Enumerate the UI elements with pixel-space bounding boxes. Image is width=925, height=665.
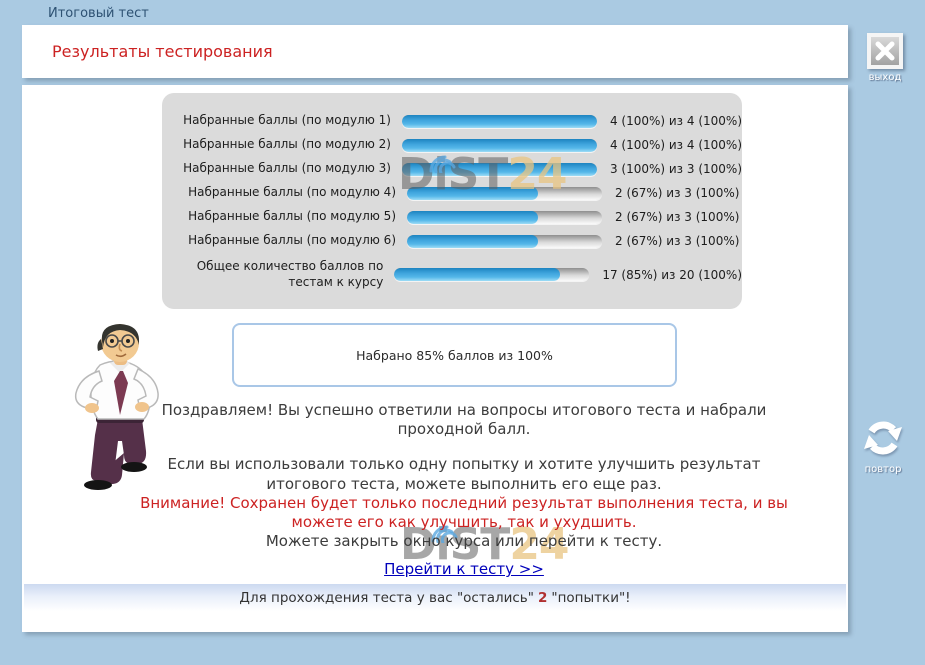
summary-text: Набрано 85% баллов из 100% (356, 348, 553, 363)
page-title: Результаты тестирования (52, 42, 273, 61)
score-row-value: 4 (100%) из 4 (100%) (610, 114, 742, 128)
attempts-prefix: Для прохождения теста у вас "остались" (239, 590, 534, 606)
score-row-label: Набранные баллы (по модулю 2) (180, 137, 391, 153)
main-panel: Набранные баллы (по модулю 1) 4 (100%) и… (22, 85, 848, 632)
retry-info-text: Если вы использовали только одну попытку… (140, 455, 788, 493)
score-rows: Набранные баллы (по модулю 1) 4 (100%) и… (162, 109, 742, 290)
result-messages: Поздравляем! Вы успешно ответили на вопр… (140, 401, 788, 551)
attempts-count: 2 (538, 590, 547, 606)
congrats-text: Поздравляем! Вы успешно ответили на вопр… (140, 401, 788, 439)
repeat-icon (860, 415, 906, 461)
score-row: Набранные баллы (по модулю 3) 3 (100%) и… (162, 157, 742, 181)
score-bar-track (402, 163, 597, 176)
score-row-label: Набранные баллы (по модулю 1) (180, 113, 391, 129)
score-row-value: 17 (85%) из 20 (100%) (602, 268, 742, 282)
score-row-value: 4 (100%) из 4 (100%) (610, 138, 742, 152)
score-bar-fill (402, 163, 597, 176)
score-row-label: Общее количество баллов по тестам к курс… (180, 259, 383, 290)
score-row-value: 2 (67%) из 3 (100%) (615, 186, 739, 200)
score-bar-track (402, 139, 597, 152)
attempts-suffix: "попытки"! (551, 590, 630, 606)
warning-text: Внимание! Сохранен будет только последни… (140, 494, 788, 532)
go-to-test-link[interactable]: Перейти к тесту >> (384, 560, 544, 578)
score-row: Набранные баллы (по модулю 1) 4 (100%) и… (162, 109, 742, 133)
window-title: Итоговый тест (48, 6, 149, 21)
score-row: Набранные баллы (по модулю 2) 4 (100%) и… (162, 133, 742, 157)
score-bar-track (407, 211, 602, 224)
go-to-test-link-wrap: Перейти к тесту >> (140, 559, 788, 578)
score-row: Набранные баллы (по модулю 5) 2 (67%) из… (162, 205, 742, 229)
score-row: Набранные баллы (по модулю 4) 2 (67%) из… (162, 181, 742, 205)
header-panel: Результаты тестирования (22, 25, 848, 78)
score-row-label: Набранные баллы (по модулю 3) (180, 161, 391, 177)
score-row-label: Набранные баллы (по модулю 5) (180, 209, 396, 225)
score-row-value: 2 (67%) из 3 (100%) (615, 210, 739, 224)
score-row-value: 2 (67%) из 3 (100%) (615, 234, 739, 248)
score-bar-fill (394, 268, 560, 281)
repeat-button[interactable]: повтор (860, 415, 906, 475)
score-bar-fill (402, 115, 597, 128)
score-bar-fill (407, 235, 538, 248)
results-panel: Набранные баллы (по модулю 1) 4 (100%) и… (162, 93, 742, 309)
score-bar-fill (402, 139, 597, 152)
close-icon (867, 33, 903, 69)
attempts-bar: Для прохождения теста у вас "остались" 2… (24, 584, 846, 611)
repeat-button-label: повтор (860, 464, 906, 475)
score-bar-fill (407, 211, 538, 224)
score-row-label: Набранные баллы (по модулю 4) (180, 185, 396, 201)
score-bar-track (402, 115, 597, 128)
score-row: Набранные баллы (по модулю 6) 2 (67%) из… (162, 229, 742, 253)
exit-button[interactable]: выход (862, 33, 908, 83)
score-row-label: Набранные баллы (по модулю 6) (180, 233, 396, 249)
exit-button-label: выход (862, 72, 908, 83)
score-row: Общее количество баллов по тестам к курс… (162, 259, 742, 290)
score-row-value: 3 (100%) из 3 (100%) (610, 162, 742, 176)
close-info-text: Можете закрыть окно курса или перейти к … (140, 532, 788, 551)
summary-box: Набрано 85% баллов из 100% (232, 323, 677, 387)
score-bar-track (394, 268, 589, 281)
score-bar-track (407, 187, 602, 200)
score-bar-track (407, 235, 602, 248)
score-bar-fill (407, 187, 538, 200)
